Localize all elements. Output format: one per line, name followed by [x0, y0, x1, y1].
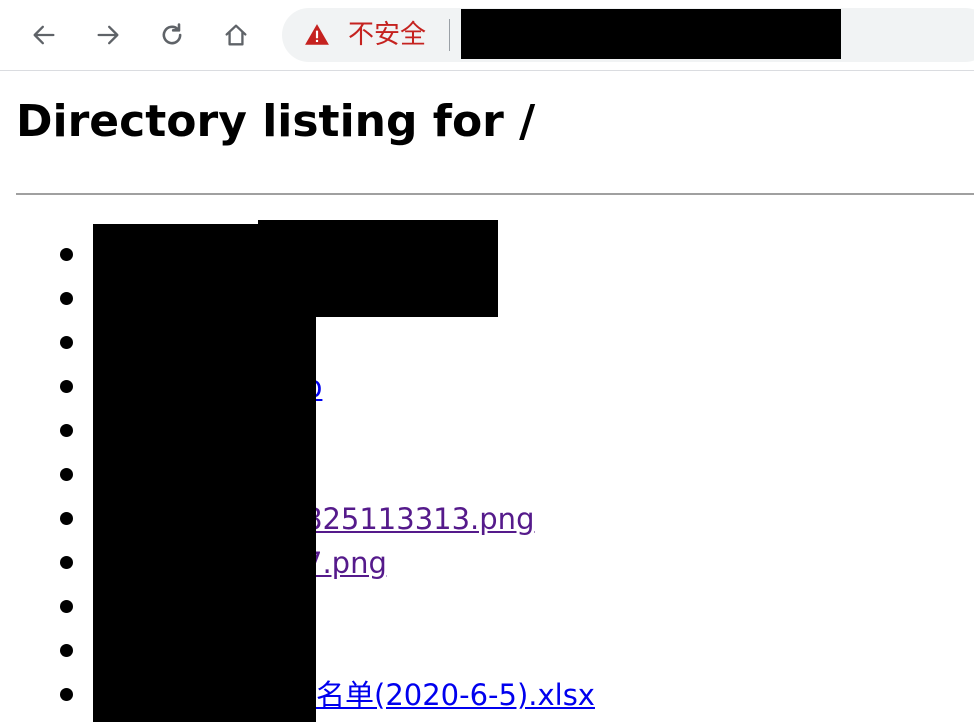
bullet [60, 468, 73, 481]
bullet [60, 688, 73, 701]
redacted-url [461, 9, 841, 59]
omnibox-divider [449, 19, 450, 51]
file-link[interactable]: 825113313.png [304, 502, 534, 536]
bullet [60, 556, 73, 569]
divider [16, 193, 974, 195]
reload-button[interactable] [152, 15, 192, 55]
bullet [60, 336, 73, 349]
bullet [60, 600, 73, 613]
warning-icon[interactable] [304, 22, 330, 48]
arrow-left-icon [33, 25, 55, 45]
forward-button[interactable] [88, 15, 128, 55]
bullet [60, 644, 73, 657]
bullet [60, 292, 73, 305]
file-link[interactable]: 7.png [304, 546, 387, 580]
home-button[interactable] [216, 15, 256, 55]
browser-toolbar: 不安全 [0, 0, 974, 71]
security-status-label[interactable]: 不安全 [348, 20, 426, 50]
redaction-block [258, 220, 498, 317]
bullet [60, 248, 73, 261]
bullet [60, 424, 73, 437]
bullet [60, 512, 73, 525]
file-link[interactable]: 名单(2020-6-5).xlsx [316, 678, 595, 712]
reload-icon [162, 23, 182, 45]
home-icon [225, 24, 247, 46]
back-button[interactable] [24, 15, 64, 55]
page-title: Directory listing for / [16, 96, 536, 147]
bullet [60, 380, 73, 393]
address-bar[interactable]: 不安全 [282, 8, 974, 62]
arrow-right-icon [97, 25, 119, 45]
